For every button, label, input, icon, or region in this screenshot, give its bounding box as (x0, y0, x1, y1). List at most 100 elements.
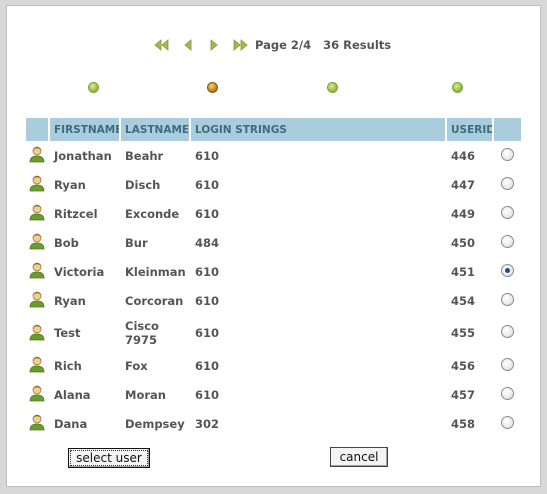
login-strings-cell: 302 (195, 416, 220, 431)
lastname-cell: Moran (125, 387, 166, 402)
login-strings-cell: 610 (195, 148, 220, 163)
firstname-cell: Victoria (54, 264, 105, 279)
select-radio[interactable] (501, 386, 514, 400)
table-row[interactable]: Victoria Kleinman 610 451 (26, 257, 521, 286)
select-radio-cell[interactable] (494, 170, 521, 199)
user-icon (28, 146, 46, 166)
user-icon-cell (26, 170, 48, 199)
table-row[interactable]: Ryan Corcoran 610 454 (26, 286, 521, 315)
firstname-cell: Alana (54, 387, 91, 402)
table-row[interactable]: Rich Fox 610 456 (26, 351, 521, 380)
userid-cell: 454 (451, 293, 476, 308)
select-radio[interactable] (501, 234, 514, 248)
user-icon-cell (26, 228, 48, 257)
page-dot-3[interactable] (327, 82, 338, 93)
login-strings-cell: 610 (195, 177, 220, 192)
userid-cell: 446 (451, 148, 476, 163)
userid-cell: 451 (451, 264, 476, 279)
column-header-login-strings[interactable]: LOGIN STRINGS (191, 118, 445, 141)
first-page-icon[interactable] (149, 33, 175, 57)
login-strings-cell: 610 (195, 293, 220, 308)
column-header-lastname[interactable]: LASTNAME (121, 118, 189, 141)
user-icon (28, 414, 46, 434)
select-radio-cell[interactable] (494, 351, 521, 380)
select-radio[interactable] (501, 176, 514, 190)
page-dot-1[interactable] (88, 82, 99, 93)
login-strings-cell: 610 (195, 358, 220, 373)
lastname-cell: Cisco 7975 (125, 319, 159, 347)
lastname-cell: Beahr (125, 148, 164, 163)
page-dot-2[interactable] (207, 82, 218, 93)
column-header-firstname[interactable]: FIRSTNAME (50, 118, 119, 141)
select-radio[interactable] (501, 325, 514, 338)
select-radio[interactable] (501, 357, 514, 371)
user-icon (28, 262, 46, 282)
lastname-cell: Bur (125, 235, 148, 250)
table-row[interactable]: Ryan Disch 610 447 (26, 170, 521, 199)
previous-page-icon[interactable] (175, 33, 201, 57)
page-indicator: Page 2/4 (255, 38, 312, 52)
lastname-cell: Dempsey (125, 416, 185, 431)
lastname-cell: Disch (125, 177, 161, 192)
column-header-icon (26, 118, 48, 141)
user-icon-cell (26, 286, 48, 315)
pagination-bar: Page 2/4 36 Results (149, 33, 391, 57)
table-row[interactable]: Jonathan Beahr 610 446 (26, 141, 521, 170)
table-row[interactable]: Ritzcel Exconde 610 449 (26, 199, 521, 228)
login-strings-cell: 484 (195, 235, 220, 250)
select-radio[interactable] (501, 147, 514, 161)
firstname-cell: Dana (54, 416, 88, 431)
user-icon-cell (26, 257, 48, 286)
user-icon (28, 356, 46, 376)
select-radio-cell[interactable] (494, 315, 521, 351)
last-page-icon[interactable] (227, 33, 253, 57)
column-header-select (494, 118, 521, 141)
select-radio[interactable] (501, 415, 514, 429)
select-radio-cell[interactable] (494, 141, 521, 170)
firstname-cell: Ritzcel (54, 206, 98, 221)
user-icon (28, 233, 46, 253)
user-icon (28, 385, 46, 405)
login-strings-cell: 610 (195, 206, 220, 221)
table-row[interactable]: Dana Dempsey 302 458 (26, 409, 521, 438)
select-radio-cell[interactable] (494, 286, 521, 315)
column-header-userid[interactable]: USERID (447, 118, 492, 141)
login-strings-cell: 610 (195, 387, 220, 402)
select-radio-cell[interactable] (494, 257, 521, 286)
page-dot-4[interactable] (452, 82, 463, 93)
userid-cell: 447 (451, 177, 476, 192)
table-row[interactable]: Alana Moran 610 457 (26, 380, 521, 409)
results-count: 36 Results (323, 38, 392, 52)
userid-cell: 456 (451, 358, 476, 373)
userid-cell: 455 (451, 326, 476, 340)
select-radio[interactable] (501, 292, 514, 306)
select-radio-cell[interactable] (494, 199, 521, 228)
userid-cell: 449 (451, 206, 476, 221)
select-radio-cell[interactable] (494, 228, 521, 257)
select-radio-cell[interactable] (494, 409, 521, 438)
firstname-cell: Rich (54, 358, 82, 373)
table-row[interactable]: Test Cisco 7975 610 455 (26, 315, 521, 351)
select-radio[interactable] (501, 263, 514, 277)
cancel-button[interactable]: cancel (330, 447, 388, 467)
firstname-cell: Jonathan (54, 148, 112, 163)
next-page-icon[interactable] (201, 33, 227, 57)
firstname-cell: Test (54, 326, 81, 340)
select-radio-cell[interactable] (494, 380, 521, 409)
lastname-cell: Corcoran (125, 293, 184, 308)
select-user-button[interactable]: select user (68, 448, 150, 468)
firstname-cell: Bob (54, 235, 79, 250)
table-row[interactable]: Bob Bur 484 450 (26, 228, 521, 257)
userid-cell: 458 (451, 416, 476, 431)
user-icon-cell (26, 141, 48, 170)
user-icon-cell (26, 351, 48, 380)
login-strings-cell: 610 (195, 264, 220, 279)
user-icon (28, 324, 46, 344)
firstname-cell: Ryan (54, 293, 86, 308)
user-icon (28, 204, 46, 224)
user-icon (28, 175, 46, 195)
user-icon-cell (26, 380, 48, 409)
lastname-cell: Kleinman (125, 264, 186, 279)
firstname-cell: Ryan (54, 177, 86, 192)
select-radio[interactable] (501, 205, 514, 219)
